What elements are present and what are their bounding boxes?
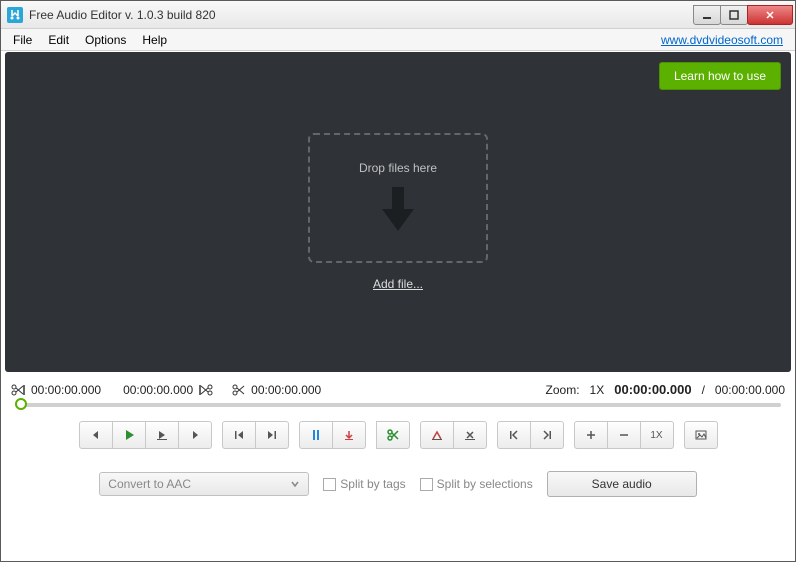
split-tags-label: Split by tags	[340, 477, 405, 491]
titlebar: Free Audio Editor v. 1.0.3 build 820	[1, 1, 795, 29]
bottombar: Convert to AAC Split by tags Split by se…	[5, 461, 791, 511]
play-button[interactable]	[112, 421, 146, 449]
image-button[interactable]	[684, 421, 718, 449]
current-time: 00:00:00.000	[614, 382, 691, 397]
start-time: 00:00:00.000	[31, 383, 101, 397]
total-time: 00:00:00.000	[715, 383, 785, 397]
track-line	[15, 403, 781, 407]
zoom-value: 1X	[590, 383, 605, 397]
mid-time: 00:00:00.000	[123, 383, 193, 397]
zoom-label: Zoom:	[546, 383, 580, 397]
window-title: Free Audio Editor v. 1.0.3 build 820	[29, 8, 694, 22]
zoom-reset-button[interactable]: 1X	[640, 421, 674, 449]
zoom-out-button[interactable]	[607, 421, 641, 449]
convert-label: Convert to AAC	[108, 477, 191, 491]
convert-dropdown[interactable]: Convert to AAC	[99, 472, 309, 496]
cut-group	[376, 421, 410, 449]
scissors-right-icon	[231, 383, 245, 397]
split-selections-checkbox[interactable]: Split by selections	[420, 477, 533, 491]
split-selections-label: Split by selections	[437, 477, 533, 491]
skip-group	[222, 421, 289, 449]
dropzone[interactable]: Learn how to use Drop files here Add fil…	[5, 52, 791, 372]
skip-end-button[interactable]	[255, 421, 289, 449]
scissors-mid-icon	[199, 383, 213, 397]
play-selection-button[interactable]	[145, 421, 179, 449]
image-group	[684, 421, 718, 449]
selection-group	[420, 421, 487, 449]
drop-box[interactable]: Drop files here	[308, 133, 488, 263]
zoom-in-button[interactable]	[574, 421, 608, 449]
save-audio-button[interactable]: Save audio	[547, 471, 697, 497]
delete-selection-button[interactable]	[453, 421, 487, 449]
track-slider[interactable]	[5, 401, 791, 415]
scissors-left-icon	[11, 383, 25, 397]
marker-button[interactable]	[299, 421, 333, 449]
playback-group	[79, 421, 212, 449]
menu-file[interactable]: File	[5, 31, 40, 49]
maximize-button[interactable]	[720, 5, 748, 25]
marker-down-button[interactable]	[332, 421, 366, 449]
marker-group	[299, 421, 366, 449]
menubar: File Edit Options Help www.dvdvideosoft.…	[1, 29, 795, 51]
step-forward-button[interactable]	[178, 421, 212, 449]
timebar: 00:00:00.000 00:00:00.000 00:00:00.000 Z…	[5, 372, 791, 401]
checkbox-box	[323, 478, 336, 491]
zoom-group: 1X	[574, 421, 674, 449]
nudge-left-button[interactable]	[497, 421, 531, 449]
split-tags-checkbox[interactable]: Split by tags	[323, 477, 405, 491]
minimize-button[interactable]	[693, 5, 721, 25]
app-window: Free Audio Editor v. 1.0.3 build 820 Fil…	[0, 0, 796, 562]
cut-button[interactable]	[376, 421, 410, 449]
menu-options[interactable]: Options	[77, 31, 134, 49]
window-controls	[694, 5, 795, 25]
close-button[interactable]	[747, 5, 793, 25]
website-link[interactable]: www.dvdvideosoft.com	[661, 33, 783, 47]
time-separator: /	[702, 383, 705, 397]
checkbox-box	[420, 478, 433, 491]
content-area: Learn how to use Drop files here Add fil…	[1, 51, 795, 561]
nudge-right-button[interactable]	[530, 421, 564, 449]
trim-button[interactable]	[420, 421, 454, 449]
chevron-down-icon	[290, 479, 300, 489]
app-icon	[7, 7, 23, 23]
timebar-left: 00:00:00.000 00:00:00.000 00:00:00.000	[11, 383, 321, 397]
add-file-link[interactable]: Add file...	[373, 277, 423, 291]
track-handle[interactable]	[15, 398, 27, 410]
nudge-group	[497, 421, 564, 449]
drop-text: Drop files here	[359, 161, 437, 175]
arrow-down-icon	[378, 185, 418, 235]
end-time: 00:00:00.000	[251, 383, 321, 397]
skip-start-button[interactable]	[222, 421, 256, 449]
step-back-button[interactable]	[79, 421, 113, 449]
toolbar: 1X	[5, 415, 791, 461]
timebar-right: Zoom: 1X 00:00:00.000 / 00:00:00.000	[546, 382, 785, 397]
learn-button[interactable]: Learn how to use	[659, 62, 781, 90]
menu-edit[interactable]: Edit	[40, 31, 77, 49]
menu-help[interactable]: Help	[134, 31, 175, 49]
